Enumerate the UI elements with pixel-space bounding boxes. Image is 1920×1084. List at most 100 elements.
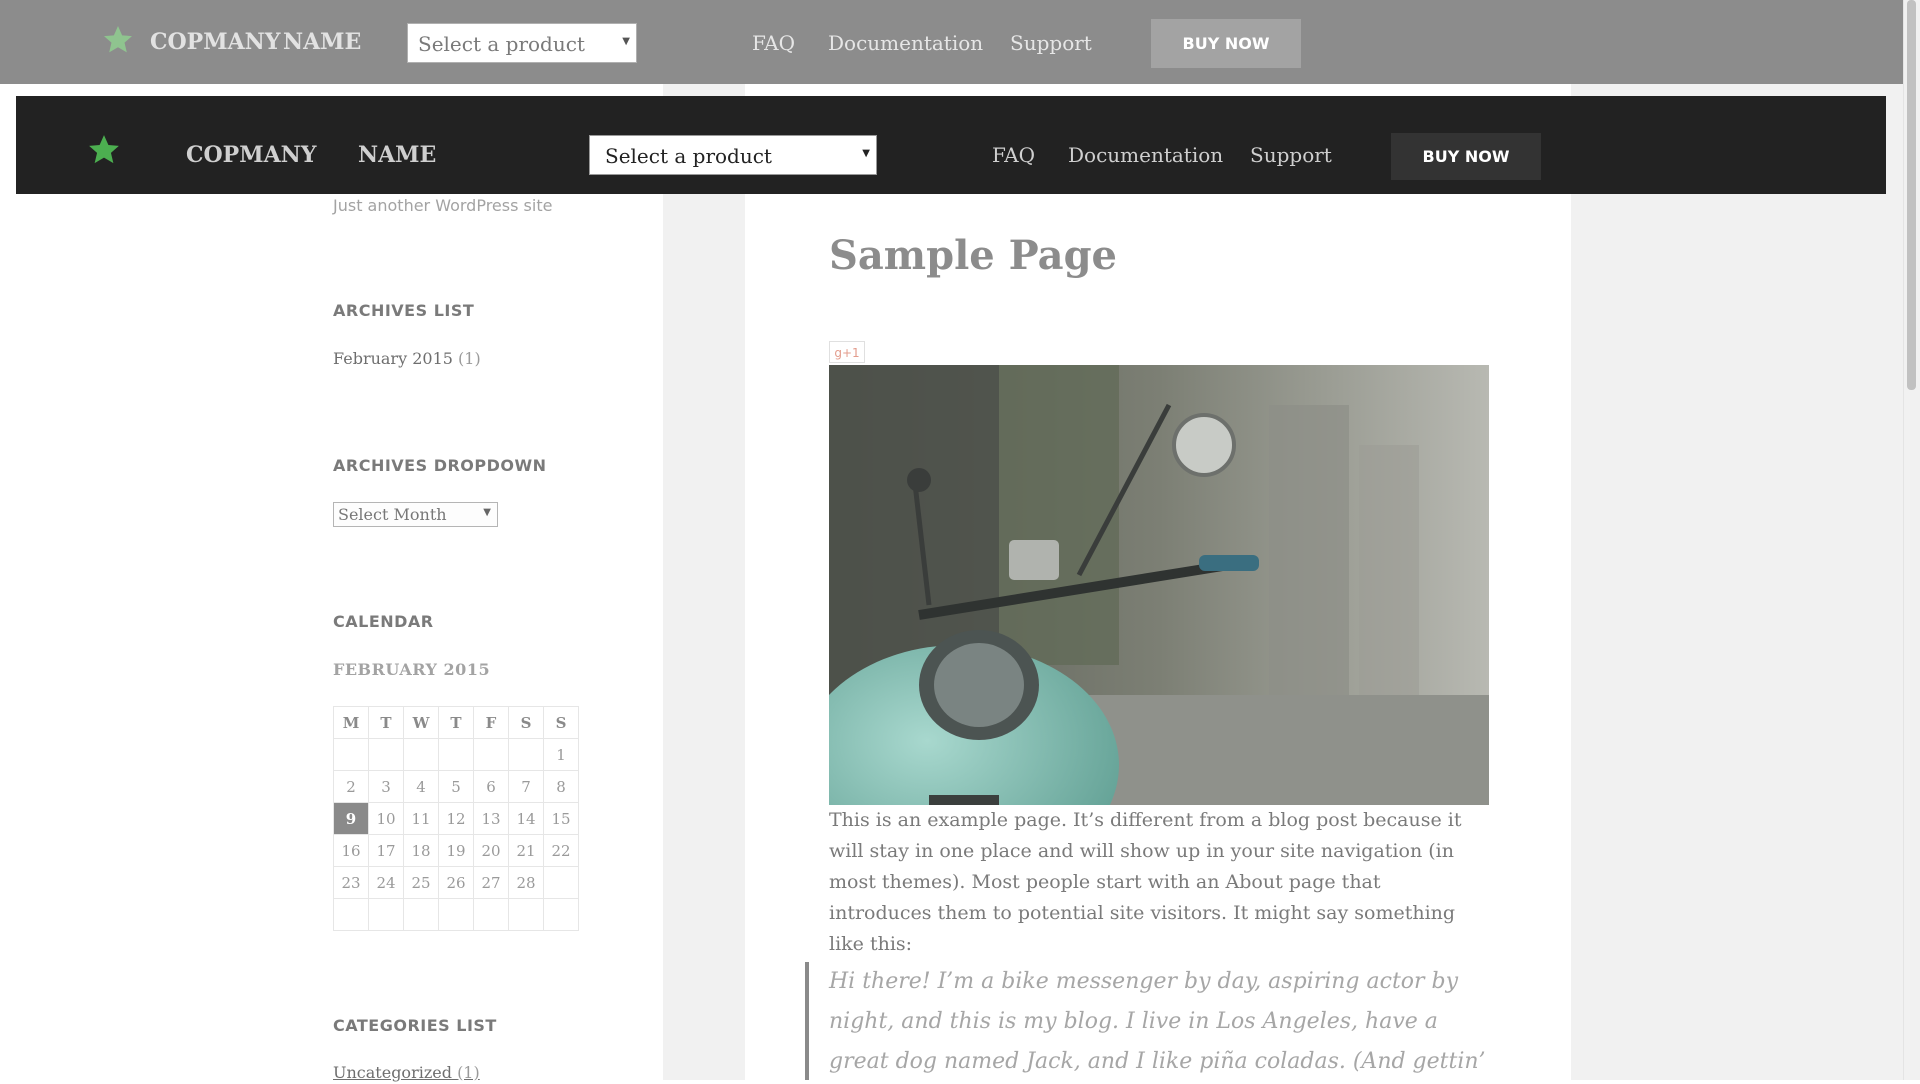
calendar-day-cell: 15 xyxy=(543,802,579,835)
calendar-week-row: 1 xyxy=(333,738,579,771)
calendar-day-cell: 7 xyxy=(508,770,544,803)
star-icon xyxy=(102,24,134,60)
calendar-week-row xyxy=(333,898,579,931)
category-link-label[interactable]: Uncategorized xyxy=(333,1063,452,1082)
calendar-day-cell xyxy=(473,898,509,931)
buy-now-button[interactable]: BUY NOW xyxy=(1391,133,1541,180)
archives-list-title: ARCHIVES LIST xyxy=(333,301,475,320)
calendar-day-cell: 25 xyxy=(403,866,439,899)
page-blockquote: Hi there! I’m a bike messenger by day, a… xyxy=(805,962,1495,1080)
calendar-day-cell: 22 xyxy=(543,834,579,867)
calendar-day-cell: 17 xyxy=(368,834,404,867)
product-select[interactable]: Select a product ▼ xyxy=(407,23,637,63)
star-icon xyxy=(87,133,121,171)
brand-name-second[interactable]: NAME xyxy=(358,142,436,168)
calendar-week-row: 2345678 xyxy=(333,770,579,803)
nav-faq[interactable]: FAQ xyxy=(752,31,795,55)
calendar-day-cell: 18 xyxy=(403,834,439,867)
archive-link-february-2015[interactable]: February 2015 (1) xyxy=(333,349,481,368)
calendar-day-cell: 8 xyxy=(543,770,579,803)
calendar-day-cell: 24 xyxy=(368,866,404,899)
calendar-day-header: W xyxy=(403,706,439,739)
calendar-day-header: S xyxy=(508,706,544,739)
scooter-image xyxy=(829,365,1489,805)
calendar-day-cell xyxy=(333,738,369,771)
calendar-day-cell: 11 xyxy=(403,802,439,835)
calendar-day-cell xyxy=(508,898,544,931)
calendar-day-cell: 5 xyxy=(438,770,474,803)
chevron-down-icon: ▼ xyxy=(862,148,870,159)
body-paragraph: This is an example page. It’s different … xyxy=(829,809,1462,955)
calendar-table: MTWTFSS 1 2 3 4 5 6 7 8 9 10 11 12 13 14 15 16 17 18 19 20 2… xyxy=(333,706,579,931)
calendar-day-header: S xyxy=(543,706,579,739)
calendar-day-cell xyxy=(543,898,579,931)
calendar-title: CALENDAR xyxy=(333,612,434,631)
brand-name-first[interactable]: COPMANY xyxy=(186,142,316,168)
calendar-day-cell xyxy=(403,738,439,771)
calendar-day-cell: 10 xyxy=(368,802,404,835)
buy-now-button[interactable]: BUY NOW xyxy=(1151,19,1301,68)
calendar-day-cell: 4 xyxy=(403,770,439,803)
archives-dropdown-title: ARCHIVES DROPDOWN xyxy=(333,456,547,475)
scooter-photo xyxy=(829,365,1489,805)
calendar-day-cell: 23 xyxy=(333,866,369,899)
scrollbar-thumb[interactable] xyxy=(1907,0,1916,390)
calendar-day-header: T xyxy=(438,706,474,739)
calendar-day-cell xyxy=(438,898,474,931)
calendar-day-cell: 3 xyxy=(368,770,404,803)
calendar-day-cell xyxy=(368,738,404,771)
product-select[interactable]: Select a product ▼ xyxy=(589,135,877,175)
brand-name-first[interactable]: COPMANY xyxy=(150,29,280,55)
product-select-value: Select a product xyxy=(605,144,772,168)
calendar-caption: FEBRUARY 2015 xyxy=(333,660,491,679)
calendar-day-cell: 19 xyxy=(438,834,474,867)
brand-name-second[interactable]: NAME xyxy=(283,29,361,55)
calendar-day-cell: 14 xyxy=(508,802,544,835)
calendar-day-header: T xyxy=(368,706,404,739)
category-count: (1) xyxy=(457,1063,480,1082)
google-plus-button[interactable]: g+1 xyxy=(829,341,865,363)
calendar-day-cell: 13 xyxy=(473,802,509,835)
calendar-day-cell: 21 xyxy=(508,834,544,867)
calendar-day-cell xyxy=(473,738,509,771)
calendar-day-cell[interactable]: 9 xyxy=(333,802,369,835)
calendar-day-cell: 26 xyxy=(438,866,474,899)
nav-faq[interactable]: FAQ xyxy=(992,143,1035,167)
calendar-day-cell xyxy=(368,898,404,931)
calendar-day-cell: 28 xyxy=(508,866,544,899)
nav-support[interactable]: Support xyxy=(1250,143,1332,167)
nav-documentation[interactable]: Documentation xyxy=(828,31,983,55)
site-tagline: Just another WordPress site xyxy=(333,196,553,215)
calendar-day-cell xyxy=(403,898,439,931)
archive-link-label[interactable]: February 2015 xyxy=(333,349,453,368)
select-month-value: Select Month xyxy=(338,505,447,524)
calendar-day-cell: 16 xyxy=(333,834,369,867)
page-title: Sample Page xyxy=(829,232,1118,279)
calendar-day-cell xyxy=(543,866,579,899)
calendar-day-cell: 27 xyxy=(473,866,509,899)
product-select-value: Select a product xyxy=(418,32,585,56)
calendar-day-cell: 20 xyxy=(473,834,509,867)
calendar-day-cell: 1 xyxy=(543,738,579,771)
select-month-dropdown[interactable]: Select Month ▼ xyxy=(333,502,498,527)
calendar-day-header: M xyxy=(333,706,369,739)
calendar-week-row: 9 10 11 12 13 14 15 xyxy=(333,802,579,835)
category-link-uncategorized[interactable]: Uncategorized (1) xyxy=(333,1063,480,1082)
calendar-day-cell: 6 xyxy=(473,770,509,803)
calendar-day-cell xyxy=(508,738,544,771)
chevron-down-icon: ▼ xyxy=(483,507,491,518)
nav-documentation[interactable]: Documentation xyxy=(1068,143,1223,167)
calendar-week-row: 23 24 25 26 27 28 xyxy=(333,866,579,899)
preview-header-bar: COPMANY NAME Select a product ▼ FAQ Docu… xyxy=(0,0,1903,84)
calendar-day-header: F xyxy=(473,706,509,739)
calendar-day-cell: 12 xyxy=(438,802,474,835)
archive-count: (1) xyxy=(458,349,481,368)
calendar-day-cell: 2 xyxy=(333,770,369,803)
calendar-day-cell xyxy=(438,738,474,771)
chevron-down-icon: ▼ xyxy=(622,36,630,47)
calendar-week-row: 16 17 18 19 20 21 22 xyxy=(333,834,579,867)
calendar-day-cell xyxy=(333,898,369,931)
categories-list-title: CATEGORIES LIST xyxy=(333,1016,497,1035)
nav-support[interactable]: Support xyxy=(1010,31,1092,55)
site-header-bar: COPMANY NAME Select a product ▼ FAQ Docu… xyxy=(16,96,1886,194)
